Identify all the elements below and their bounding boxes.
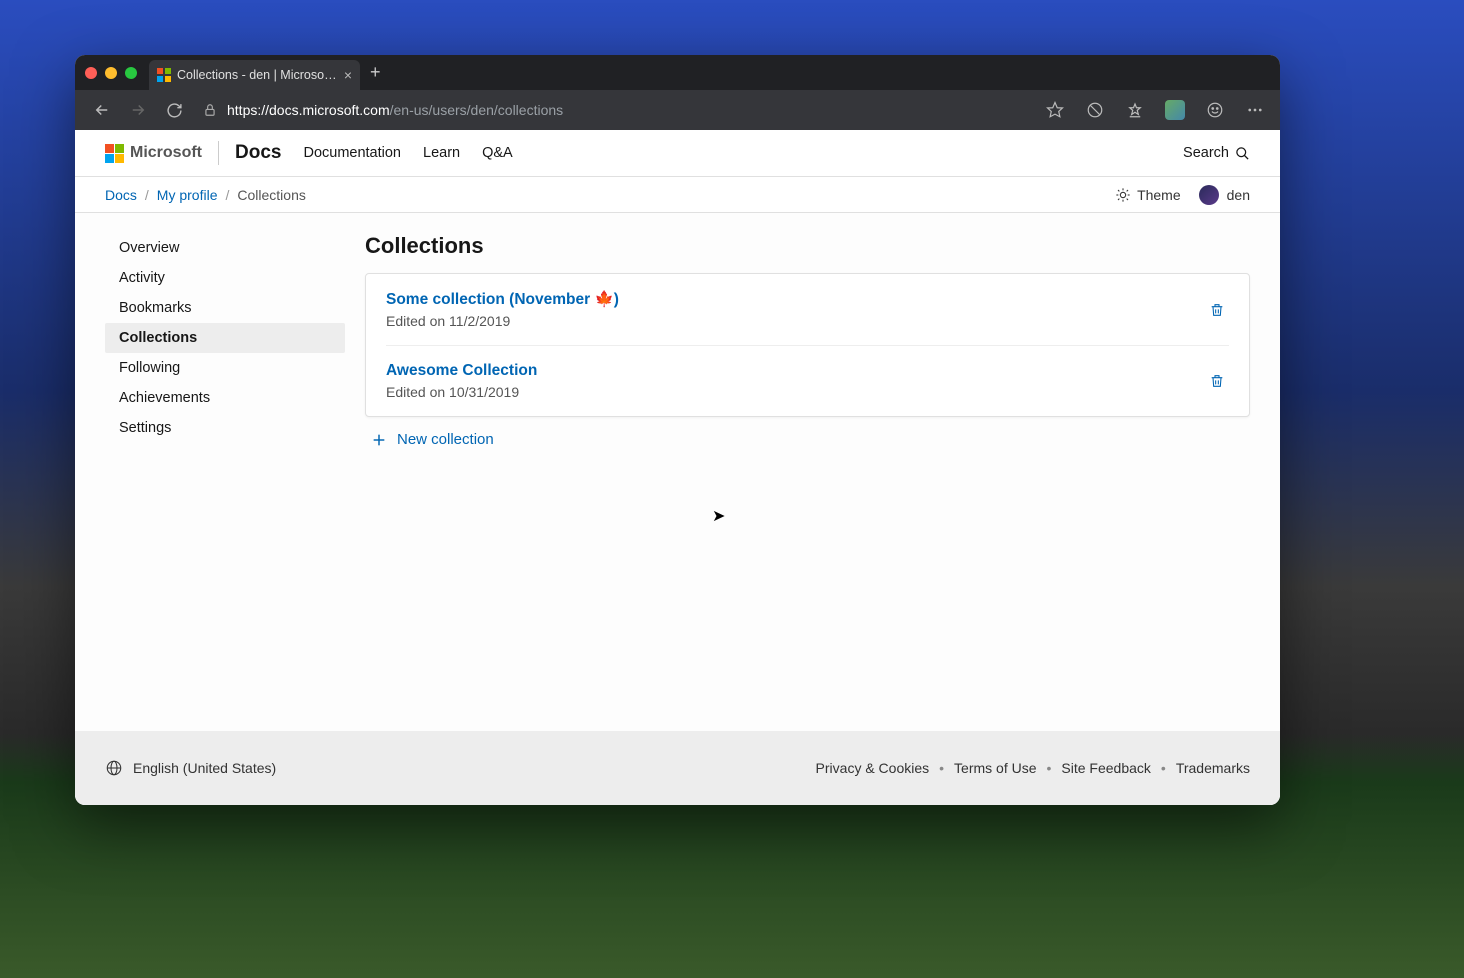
site-header: Microsoft Docs Documentation Learn Q&A S… [75, 130, 1280, 177]
favorite-star-icon[interactable] [1042, 97, 1068, 123]
delete-collection-button[interactable] [1205, 369, 1229, 393]
toolbar-right [1042, 97, 1268, 123]
browser-tab[interactable]: Collections - den | Microsoft Do × [149, 60, 360, 90]
theme-toggle[interactable]: Theme [1115, 187, 1181, 203]
browser-window: Collections - den | Microsoft Do × + htt… [75, 55, 1280, 805]
main-column: Collections Some collection (November 🍁)… [365, 233, 1250, 731]
sidebar-item-following[interactable]: Following [105, 353, 345, 383]
tab-bar: Collections - den | Microsoft Do × + [75, 55, 1280, 90]
tab-title: Collections - den | Microsoft Do [177, 68, 338, 82]
microsoft-logo-icon [105, 144, 124, 163]
language-label: English (United States) [133, 760, 276, 776]
crumb-sep: / [225, 187, 229, 203]
extension-icon[interactable] [1162, 97, 1188, 123]
url-path: /en-us/users/den/collections [390, 102, 564, 118]
header-divider [218, 141, 219, 165]
microsoft-label: Microsoft [130, 144, 202, 162]
sidebar-item-activity[interactable]: Activity [105, 263, 345, 293]
docs-brand[interactable]: Docs [235, 142, 281, 164]
sidebar-item-settings[interactable]: Settings [105, 413, 345, 443]
feedback-icon[interactable] [1202, 97, 1228, 123]
tracking-icon[interactable] [1082, 97, 1108, 123]
nav-forward-button[interactable] [123, 95, 153, 125]
crumb-docs[interactable]: Docs [105, 187, 137, 203]
footer-feedback[interactable]: Site Feedback [1061, 760, 1151, 776]
page-content: Microsoft Docs Documentation Learn Q&A S… [75, 130, 1280, 805]
nav-back-button[interactable] [87, 95, 117, 125]
microsoft-logo[interactable]: Microsoft [105, 144, 202, 163]
collection-subtitle: Edited on 11/2/2019 [386, 313, 619, 329]
new-collection-label: New collection [397, 431, 494, 448]
trash-icon [1209, 302, 1225, 318]
collection-title-link[interactable]: Some collection (November 🍁) [386, 290, 619, 309]
nav-qa[interactable]: Q&A [482, 145, 513, 161]
avatar-icon [1199, 185, 1219, 205]
new-collection-button[interactable]: New collection [365, 417, 1250, 462]
window-maximize-button[interactable] [125, 67, 137, 79]
username: den [1227, 187, 1250, 203]
site-footer: English (United States) Privacy & Cookie… [75, 731, 1280, 805]
url-host: https://docs.microsoft.com [227, 102, 390, 118]
new-tab-button[interactable]: + [370, 62, 381, 83]
sidebar-item-bookmarks[interactable]: Bookmarks [105, 293, 345, 323]
sidebar-item-collections[interactable]: Collections [105, 323, 345, 353]
user-menu[interactable]: den [1199, 185, 1250, 205]
tab-close-icon[interactable]: × [344, 67, 352, 83]
collection-row: Awesome Collection Edited on 10/31/2019 [386, 345, 1229, 416]
globe-icon [105, 759, 123, 777]
plus-icon [371, 432, 387, 448]
trash-icon [1209, 373, 1225, 389]
subheader: Docs / My profile / Collections Theme de… [75, 177, 1280, 213]
collection-subtitle: Edited on 10/31/2019 [386, 384, 537, 400]
footer-terms[interactable]: Terms of Use [954, 760, 1036, 776]
body-area: Overview Activity Bookmarks Collections … [75, 213, 1280, 731]
theme-label: Theme [1137, 187, 1181, 203]
crumb-current: Collections [237, 187, 305, 203]
page-title: Collections [365, 233, 1250, 259]
language-selector[interactable]: English (United States) [105, 759, 276, 777]
breadcrumb: Docs / My profile / Collections [105, 187, 306, 203]
url-field[interactable]: https://docs.microsoft.com/en-us/users/d… [195, 102, 1026, 118]
delete-collection-button[interactable] [1205, 298, 1229, 322]
collections-card: Some collection (November 🍁) Edited on 1… [365, 273, 1250, 417]
collection-row: Some collection (November 🍁) Edited on 1… [366, 274, 1249, 345]
nav-learn[interactable]: Learn [423, 145, 460, 161]
lock-icon [203, 103, 217, 117]
address-bar: https://docs.microsoft.com/en-us/users/d… [75, 90, 1280, 130]
sidebar-item-overview[interactable]: Overview [105, 233, 345, 263]
search-icon [1235, 146, 1250, 161]
footer-trademarks[interactable]: Trademarks [1176, 760, 1250, 776]
more-menu-icon[interactable] [1242, 97, 1268, 123]
footer-links: Privacy & Cookies • Terms of Use • Site … [816, 760, 1250, 776]
crumb-profile[interactable]: My profile [157, 187, 218, 203]
search-button[interactable]: Search [1183, 145, 1250, 161]
crumb-sep: / [145, 187, 149, 203]
sidebar-item-achievements[interactable]: Achievements [105, 383, 345, 413]
nav-reload-button[interactable] [159, 95, 189, 125]
search-label: Search [1183, 145, 1229, 161]
window-controls [85, 67, 137, 79]
nav-documentation[interactable]: Documentation [303, 145, 401, 161]
tab-favicon-icon [157, 68, 171, 82]
sun-icon [1115, 187, 1131, 203]
window-minimize-button[interactable] [105, 67, 117, 79]
header-nav: Documentation Learn Q&A [303, 145, 512, 161]
sidebar: Overview Activity Bookmarks Collections … [105, 233, 345, 731]
favorites-list-icon[interactable] [1122, 97, 1148, 123]
collection-title-link[interactable]: Awesome Collection [386, 362, 537, 380]
window-close-button[interactable] [85, 67, 97, 79]
footer-privacy[interactable]: Privacy & Cookies [816, 760, 930, 776]
